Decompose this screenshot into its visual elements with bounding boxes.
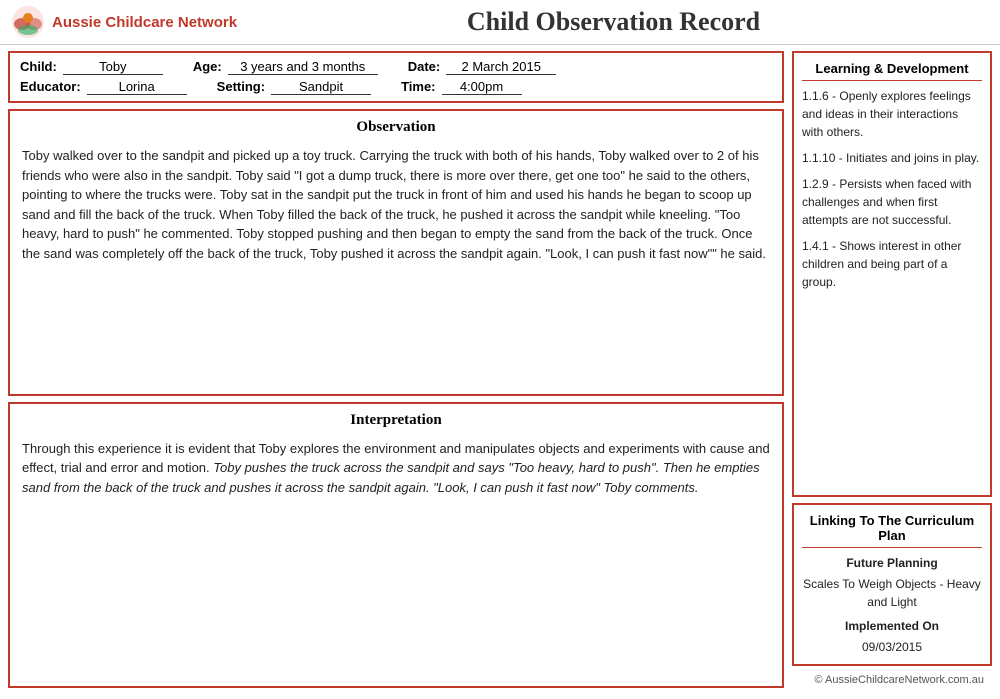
setting-field: Setting: Sandpit bbox=[217, 79, 371, 95]
observation-title: Observation bbox=[22, 119, 770, 136]
learning-items: 1.1.6 - Openly explores feelings and ide… bbox=[802, 87, 982, 291]
child-field: Child: Toby bbox=[20, 59, 163, 75]
observation-text: Toby walked over to the sandpit and pick… bbox=[22, 146, 770, 263]
curriculum-content: Future Planning Scales To Weigh Objects … bbox=[802, 554, 982, 656]
implemented-value: 09/03/2015 bbox=[802, 638, 982, 656]
setting-label: Setting: bbox=[217, 79, 265, 94]
info-group-2: Educator: Lorina Setting: Sandpit Time: … bbox=[20, 79, 772, 95]
header: Aussie Childcare Network Child Observati… bbox=[0, 0, 1000, 45]
child-label: Child: bbox=[20, 59, 57, 74]
age-value: 3 years and 3 months bbox=[228, 59, 378, 75]
child-value: Toby bbox=[63, 59, 163, 75]
time-label: Time: bbox=[401, 79, 435, 94]
future-planning-value: Scales To Weigh Objects - Heavy and Ligh… bbox=[802, 575, 982, 611]
logo-text: Aussie Childcare Network bbox=[52, 14, 237, 31]
learning-title: Learning & Development bbox=[802, 61, 982, 81]
educator-label: Educator: bbox=[20, 79, 81, 94]
curriculum-title: Linking To The Curriculum Plan bbox=[802, 513, 982, 548]
date-label: Date: bbox=[408, 59, 441, 74]
main-content: Child: Toby Age: 3 years and 3 months Da… bbox=[0, 45, 1000, 694]
future-planning-label: Future Planning bbox=[802, 554, 982, 572]
left-panel: Child: Toby Age: 3 years and 3 months Da… bbox=[8, 51, 784, 688]
learning-item-2: 1.1.10 - Initiates and joins in play. bbox=[802, 149, 982, 167]
learning-box: Learning & Development 1.1.6 - Openly ex… bbox=[792, 51, 992, 497]
footer: © AussieChildcareNetwork.com.au bbox=[792, 672, 992, 688]
page-title: Child Observation Record bbox=[237, 7, 990, 37]
observation-box: Observation Toby walked over to the sand… bbox=[8, 109, 784, 396]
logo-icon bbox=[10, 4, 46, 40]
right-panel: Learning & Development 1.1.6 - Openly ex… bbox=[792, 51, 992, 688]
time-field: Time: 4:00pm bbox=[401, 79, 521, 95]
interpretation-box: Interpretation Through this experience i… bbox=[8, 402, 784, 689]
learning-item-3: 1.2.9 - Persists when faced with challen… bbox=[802, 175, 982, 229]
info-group-1: Child: Toby Age: 3 years and 3 months Da… bbox=[20, 59, 772, 75]
learning-item-4: 1.4.1 - Shows interest in other children… bbox=[802, 237, 982, 291]
age-label: Age: bbox=[193, 59, 222, 74]
implemented-label: Implemented On bbox=[802, 617, 982, 635]
interpretation-title: Interpretation bbox=[22, 412, 770, 429]
logo-area: Aussie Childcare Network bbox=[10, 4, 237, 40]
educator-value: Lorina bbox=[87, 79, 187, 95]
interpretation-text: Through this experience it is evident th… bbox=[22, 439, 770, 498]
learning-item-1: 1.1.6 - Openly explores feelings and ide… bbox=[802, 87, 982, 141]
date-value: 2 March 2015 bbox=[446, 59, 556, 75]
date-field: Date: 2 March 2015 bbox=[408, 59, 557, 75]
info-row: Child: Toby Age: 3 years and 3 months Da… bbox=[8, 51, 784, 103]
time-value: 4:00pm bbox=[442, 79, 522, 95]
curriculum-box: Linking To The Curriculum Plan Future Pl… bbox=[792, 503, 992, 666]
setting-value: Sandpit bbox=[271, 79, 371, 95]
age-field: Age: 3 years and 3 months bbox=[193, 59, 378, 75]
educator-field: Educator: Lorina bbox=[20, 79, 187, 95]
